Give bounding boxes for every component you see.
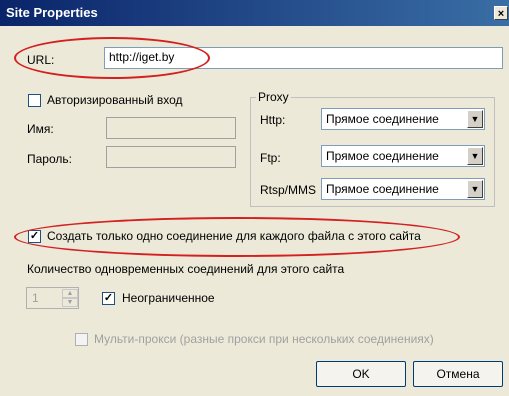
ok-button[interactable]: OK — [316, 361, 406, 387]
http-proxy-select[interactable]: Прямое соединение ▼ — [321, 108, 485, 130]
multi-proxy-label: Мульти-прокси (разные прокси при несколь… — [94, 332, 434, 346]
proxy-group-title: Proxy — [256, 90, 291, 104]
close-button[interactable]: × — [494, 6, 508, 20]
unlimited-checkbox[interactable]: ✓ — [102, 292, 115, 305]
name-input[interactable] — [106, 117, 236, 139]
chevron-down-icon[interactable]: ▼ — [467, 110, 483, 128]
name-label: Имя: — [27, 122, 54, 136]
auth-checkbox[interactable] — [28, 94, 41, 107]
unlimited-label: Неограниченное — [122, 291, 215, 305]
ftp-label: Ftp: — [260, 151, 281, 165]
chevron-down-icon[interactable]: ▼ — [467, 147, 483, 165]
stepper-down-icon[interactable]: ▼ — [62, 298, 78, 307]
http-label: Http: — [260, 113, 286, 127]
check-icon: ✓ — [103, 292, 114, 304]
http-proxy-value: Прямое соединение — [326, 112, 439, 126]
rtsp-proxy-select[interactable]: Прямое соединение ▼ — [321, 178, 485, 200]
cancel-button[interactable]: Отмена — [413, 361, 503, 387]
ftp-proxy-value: Прямое соединение — [326, 149, 439, 163]
simultaneous-connections-label: Количество одновременных соединений для … — [27, 262, 345, 276]
connection-count-value: 1 — [32, 291, 39, 305]
highlight-ellipse-single-connection — [14, 217, 460, 257]
close-icon: × — [497, 8, 505, 20]
password-label: Пароль: — [27, 152, 72, 166]
chevron-down-icon[interactable]: ▼ — [467, 180, 483, 198]
connection-count-stepper[interactable]: 1 ▲ ▼ — [26, 287, 79, 309]
password-input[interactable] — [106, 146, 236, 168]
auth-checkbox-label: Авторизированный вход — [47, 93, 183, 107]
rtsp-label: Rtsp/MMS — [260, 183, 317, 197]
title-bar: Site Properties × — [0, 0, 509, 26]
window-title: Site Properties — [6, 5, 98, 20]
stepper-up-icon[interactable]: ▲ — [62, 289, 78, 298]
rtsp-proxy-value: Прямое соединение — [326, 182, 439, 196]
ftp-proxy-select[interactable]: Прямое соединение ▼ — [321, 145, 485, 167]
highlight-ellipse-url — [14, 37, 210, 79]
multi-proxy-checkbox[interactable] — [75, 333, 88, 346]
